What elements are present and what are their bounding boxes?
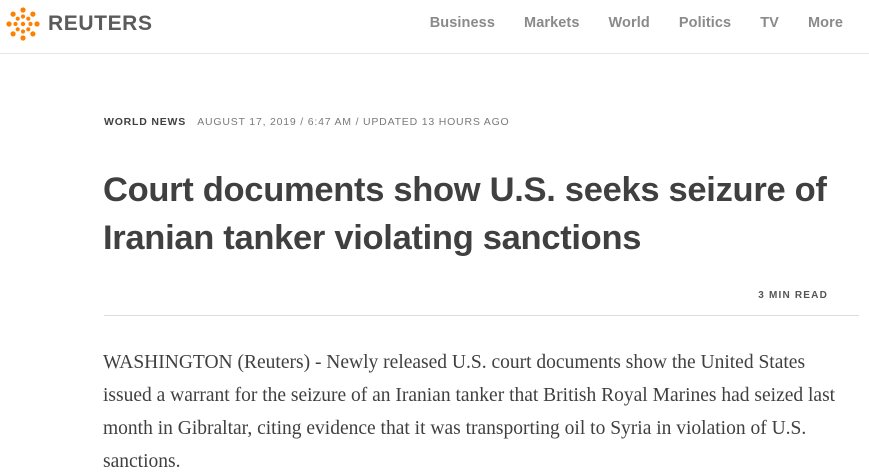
divider bbox=[104, 315, 859, 316]
reuters-logo[interactable]: REUTERS bbox=[6, 7, 153, 41]
article-headline: Court documents show U.S. seeks seizure … bbox=[103, 171, 827, 257]
nav-item-tv[interactable]: TV bbox=[760, 15, 779, 31]
article-meta: WORLD NEWS AUGUST 17, 2019 / 6:47 AM / U… bbox=[104, 116, 510, 128]
article-body-paragraph: WASHINGTON (Reuters) - Newly released U.… bbox=[103, 352, 836, 472]
nav-item-world[interactable]: World bbox=[609, 15, 650, 31]
top-navigation-bar: REUTERS Business Markets World Politics … bbox=[0, 0, 869, 54]
nav-item-politics[interactable]: Politics bbox=[679, 15, 731, 31]
nav-item-more[interactable]: More bbox=[808, 15, 843, 31]
section-link[interactable]: WORLD NEWS bbox=[104, 116, 186, 128]
read-time: 3 MIN READ bbox=[758, 290, 828, 301]
nav-item-markets[interactable]: Markets bbox=[524, 15, 580, 31]
main-nav: Business Markets World Politics TV More bbox=[430, 15, 843, 31]
article-dateline: AUGUST 17, 2019 / 6:47 AM / UPDATED 13 H… bbox=[197, 116, 510, 128]
nav-item-business[interactable]: Business bbox=[430, 15, 495, 31]
brand-name: REUTERS bbox=[48, 12, 153, 35]
reuters-dots-logo-icon bbox=[6, 7, 40, 41]
